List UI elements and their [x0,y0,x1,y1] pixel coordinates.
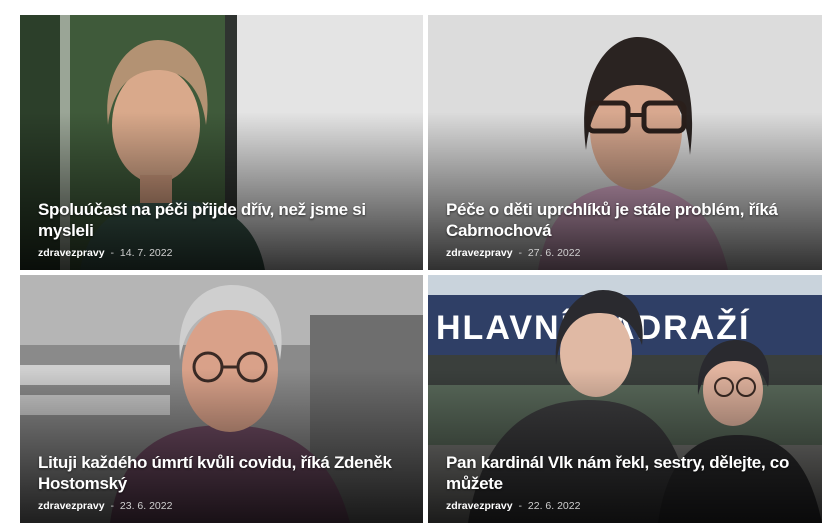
article-meta: zdravezpravy - 23. 6. 2022 [38,500,403,513]
article-caption: Péče o děti uprchlíků je stále problém, … [446,199,802,260]
article-card-4[interactable]: HLAVNÍ NÁDRAŽÍ Pan kardinál Vlk nám řekl… [428,275,822,523]
article-date: 23. 6. 2022 [119,500,173,512]
article-title[interactable]: Lituji každého úmrtí kvůli covidu, říká … [38,452,403,494]
article-card-2[interactable]: Péče o děti uprchlíků je stále problém, … [428,15,822,270]
article-author[interactable]: zdravezpravy [446,500,513,512]
meta-separator: - [110,247,114,259]
article-author[interactable]: zdravezpravy [38,247,105,259]
article-author[interactable]: zdravezpravy [446,247,513,259]
article-meta: zdravezpravy - 14. 7. 2022 [38,247,403,260]
article-caption: Lituji každého úmrtí kvůli covidu, říká … [38,452,403,513]
article-author[interactable]: zdravezpravy [38,500,105,512]
article-card-3[interactable]: Lituji každého úmrtí kvůli covidu, říká … [20,275,423,523]
article-title[interactable]: Péče o děti uprchlíků je stále problém, … [446,199,802,241]
article-meta: zdravezpravy - 27. 6. 2022 [446,247,802,260]
article-meta: zdravezpravy - 22. 6. 2022 [446,500,802,513]
article-date: 14. 7. 2022 [119,247,173,259]
article-title[interactable]: Pan kardinál Vlk nám řekl, sestry, dělej… [446,452,802,494]
meta-separator: - [518,500,522,512]
article-caption: Pan kardinál Vlk nám řekl, sestry, dělej… [446,452,802,513]
article-grid: Spoluúčast na péči přijde dřív, než jsme… [20,15,822,523]
article-card-1[interactable]: Spoluúčast na péči přijde dřív, než jsme… [20,15,423,270]
article-date: 22. 6. 2022 [527,500,581,512]
article-caption: Spoluúčast na péči přijde dřív, než jsme… [38,199,403,260]
article-title[interactable]: Spoluúčast na péči přijde dřív, než jsme… [38,199,403,241]
article-date: 27. 6. 2022 [527,247,581,259]
meta-separator: - [110,500,114,512]
meta-separator: - [518,247,522,259]
